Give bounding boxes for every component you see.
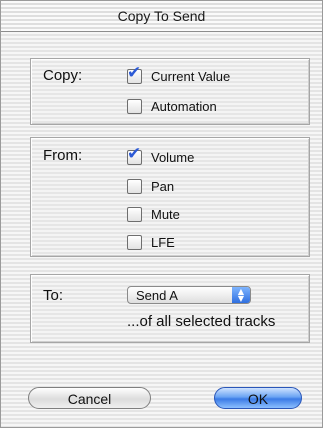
checkbox-label: Automation (151, 98, 217, 114)
checkmark-icon: ✔ (127, 62, 142, 83)
checkbox-box (127, 178, 142, 194)
to-group: To: Send A ▲ ▼ ...of all selected tracks (30, 274, 310, 343)
copy-group: Copy: ✔ Current Value Automation (30, 58, 310, 125)
checkbox-box (127, 234, 142, 250)
from-group: From: ✔ Volume Pan Mute LFE (30, 137, 310, 257)
title-bar[interactable]: Copy To Send (1, 1, 322, 32)
checkbox-label: Mute (151, 206, 180, 222)
to-label: To: (43, 287, 64, 304)
popup-arrows-icon: ▲ ▼ (232, 287, 250, 303)
checkmark-icon: ✔ (127, 143, 142, 164)
checkbox-box: ✔ (127, 63, 142, 84)
checkbox-box (127, 206, 142, 222)
selected-tracks-note: ...of all selected tracks (127, 313, 276, 330)
checkbox-box: ✔ (127, 144, 142, 165)
mute-checkbox[interactable]: Mute (127, 206, 180, 222)
checkbox-box (127, 98, 142, 114)
pan-checkbox[interactable]: Pan (127, 178, 174, 194)
checkbox-label: Volume (151, 149, 195, 165)
copy-label: Copy: (43, 67, 83, 84)
from-label: From: (43, 147, 83, 164)
checkbox-label: Current Value (151, 68, 231, 84)
current-value-checkbox[interactable]: ✔ Current Value (127, 63, 231, 84)
ok-button[interactable]: OK (214, 387, 302, 409)
lfe-checkbox[interactable]: LFE (127, 234, 175, 250)
send-select[interactable]: Send A ▲ ▼ (127, 286, 251, 304)
cancel-button[interactable]: Cancel (28, 387, 151, 409)
send-select-value: Send A (136, 288, 178, 303)
volume-checkbox[interactable]: ✔ Volume (127, 144, 195, 165)
checkbox-label: LFE (151, 234, 175, 250)
dialog-title: Copy To Send (117, 8, 206, 24)
copy-to-send-dialog: Copy To Send Copy: ✔ Current Value Autom… (0, 0, 323, 428)
checkbox-label: Pan (151, 178, 175, 194)
automation-checkbox[interactable]: Automation (127, 98, 217, 114)
